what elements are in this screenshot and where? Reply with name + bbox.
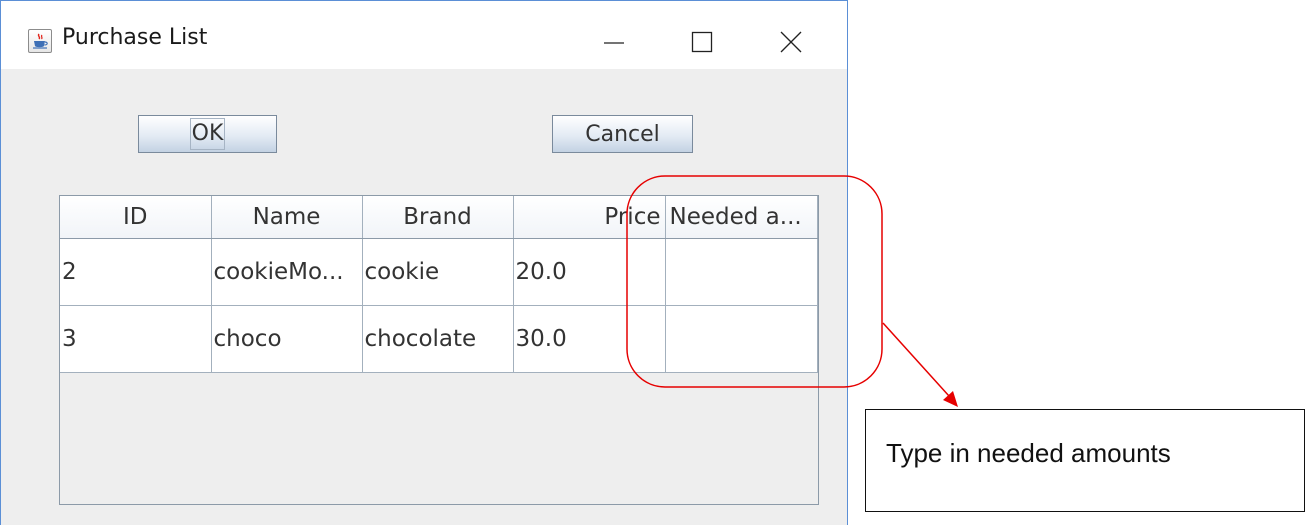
arrow-head-icon <box>943 391 958 407</box>
annotation-arrow <box>882 322 950 397</box>
annotation-callout: Type in needed amounts <box>865 409 1305 512</box>
annotation-text: Type in needed amounts <box>886 438 1171 468</box>
highlight-rounded-rect <box>626 175 883 388</box>
